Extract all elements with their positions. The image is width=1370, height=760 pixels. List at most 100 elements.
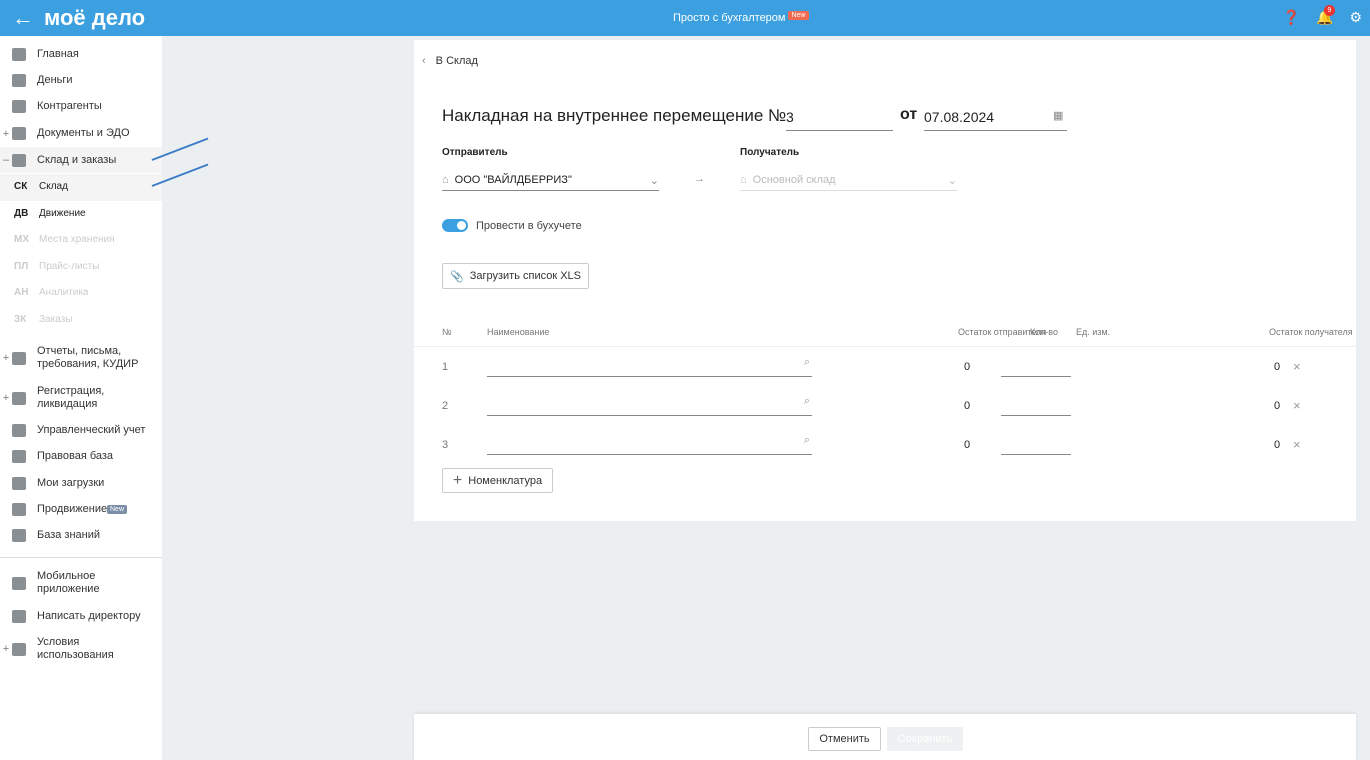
sidebar-item[interactable]: Деньги: [0, 74, 162, 87]
bell-icon[interactable]: 🔔 9: [1316, 5, 1335, 26]
header-title[interactable]: Просто с бухгалтером New: [673, 11, 809, 24]
menu-icon: [12, 529, 26, 542]
row-number: 2: [442, 400, 449, 412]
help-icon[interactable]: ❓: [1283, 9, 1300, 26]
sidebar-subitem[interactable]: ЗК Заказы: [0, 314, 162, 325]
receiver-select[interactable]: ⌂ Основной склад ⌄: [740, 170, 957, 191]
save-button[interactable]: Сохранить: [887, 727, 963, 751]
sidebar-subitem[interactable]: СК Склад: [0, 174, 162, 201]
sidebar-item[interactable]: + Регистрация, ликвидация: [0, 385, 162, 411]
sidebar-item-label: Продвижение: [37, 503, 108, 515]
sidebar-subitem[interactable]: АН Аналитика: [0, 287, 162, 298]
breadcrumb-link[interactable]: В Склад: [436, 55, 478, 67]
expand-toggle[interactable]: –: [0, 154, 12, 166]
name-input[interactable]: ⌕: [487, 353, 812, 377]
sender-value: ООО "ВАЙЛДБЕРРИЗ": [454, 174, 572, 186]
quantity-input[interactable]: [1001, 353, 1071, 377]
upload-xls-button[interactable]: 📎 Загрузить список XLS: [442, 263, 589, 289]
menu-icon: [12, 642, 26, 656]
sidebar-item[interactable]: Контрагенты: [0, 100, 162, 113]
row-number: 1: [442, 361, 449, 373]
gear-icon[interactable]: ⚙: [1349, 9, 1362, 26]
sidebar-item-label: Мои загрузки: [37, 477, 105, 489]
expand-toggle[interactable]: +: [0, 643, 12, 655]
sidebar: Главная Деньги Контрагенты + Документы и ЭДО…: [0, 36, 162, 760]
cancel-button[interactable]: Отменить: [808, 727, 881, 751]
search-icon[interactable]: ⌕: [804, 356, 810, 369]
sidebar-item-label: Контрагенты: [37, 100, 102, 112]
receiver-rest: 0: [1274, 361, 1281, 373]
chevron-down-icon: ⌄: [649, 174, 659, 187]
add-label: Номенклатура: [468, 474, 543, 487]
sidebar-item-label: Правовая база: [37, 450, 114, 462]
name-input[interactable]: ⌕: [487, 392, 812, 416]
quantity-input[interactable]: [1001, 431, 1071, 455]
close-icon[interactable]: ×: [1293, 437, 1301, 452]
sender-label: Отправитель: [442, 147, 508, 158]
expand-toggle[interactable]: +: [0, 352, 12, 364]
sidebar-item[interactable]: Мобильное приложение: [0, 570, 162, 596]
post-toggle[interactable]: [442, 219, 468, 232]
page-title: Накладная на внутреннее перемещение №: [442, 106, 787, 125]
search-icon[interactable]: ⌕: [804, 395, 810, 408]
sidebar-item[interactable]: Главная: [0, 48, 162, 61]
subitem-label: Аналитика: [39, 287, 89, 298]
sidebar-item[interactable]: База знаний: [0, 529, 162, 542]
subitem-abbr: ДВ: [14, 207, 29, 219]
row-number: 3: [442, 439, 449, 451]
menu-icon: [12, 127, 26, 140]
sidebar-item[interactable]: + Документы и ЭДО: [0, 127, 162, 140]
sidebar-item[interactable]: + Условия использования: [0, 636, 162, 662]
quantity-input[interactable]: [1001, 392, 1071, 416]
menu-icon: [12, 424, 26, 437]
paperclip-icon: 📎: [450, 270, 464, 283]
menu-icon: [12, 391, 26, 405]
sidebar-item-label: База знаний: [37, 529, 101, 541]
footer-bar: Отменить Сохранить: [414, 714, 1356, 760]
date-input[interactable]: 07.08.2024: [924, 104, 1067, 131]
subitem-label: Заказы: [39, 313, 73, 325]
calendar-icon[interactable]: ▦: [1053, 109, 1063, 122]
sidebar-item[interactable]: Правовая база: [0, 450, 162, 463]
back-arrow-icon[interactable]: ←: [12, 5, 34, 31]
arrow-right-icon: →: [694, 173, 705, 185]
number-input[interactable]: 3: [786, 104, 893, 131]
sidebar-item[interactable]: Управленческий учет: [0, 424, 162, 437]
breadcrumb[interactable]: ‹ В Склад: [422, 55, 478, 67]
sidebar-item[interactable]: Мои загрузки: [0, 477, 162, 490]
expand-toggle[interactable]: +: [0, 392, 12, 404]
search-icon[interactable]: ⌕: [804, 434, 810, 447]
sidebar-item-label: Написать директору: [37, 610, 141, 622]
subitem-label: Прайс-листы: [39, 260, 100, 272]
receiver-rest: 0: [1274, 400, 1281, 412]
close-icon[interactable]: ×: [1293, 398, 1301, 413]
sidebar-subitem[interactable]: ДВ Движение: [0, 208, 162, 219]
subitem-label: Движение: [39, 207, 86, 219]
sidebar-subitem[interactable]: ПЛ Прайс-листы: [0, 261, 162, 272]
notification-count: 9: [1324, 5, 1335, 16]
menu-icon: [12, 74, 26, 87]
sidebar-item-label: Главная: [37, 48, 79, 60]
close-icon[interactable]: ×: [1293, 359, 1301, 374]
name-input[interactable]: ⌕: [487, 431, 812, 455]
divider: [0, 557, 162, 558]
column-header: №: [442, 327, 452, 337]
sender-rest: 0: [964, 400, 971, 412]
sender-select[interactable]: ⌂ ООО "ВАЙЛДБЕРРИЗ" ⌄: [442, 170, 659, 191]
add-nomenclature-button[interactable]: + Номенклатура: [442, 468, 553, 493]
receiver-rest: 0: [1274, 439, 1281, 451]
logo-text: моё дело: [44, 5, 146, 30]
sidebar-item[interactable]: Написать директору: [0, 610, 162, 623]
sidebar-subitem[interactable]: МХ Места хранения: [0, 234, 162, 245]
chevron-left-icon: ‹: [422, 55, 426, 67]
menu-icon: [12, 153, 26, 167]
menu-icon: [12, 610, 26, 623]
divider: [414, 346, 1356, 347]
sidebar-item[interactable]: + Отчеты, письма, требования, КУДИР: [0, 345, 162, 371]
sidebar-item[interactable]: – Склад и заказы: [0, 147, 162, 173]
logo[interactable]: ← моё дело: [12, 5, 145, 31]
sidebar-item[interactable]: Продвижение New: [0, 503, 162, 516]
expand-toggle[interactable]: +: [0, 128, 12, 140]
title-text: Просто с бухгалтером: [673, 12, 786, 24]
subitem-label: Склад: [39, 181, 68, 192]
